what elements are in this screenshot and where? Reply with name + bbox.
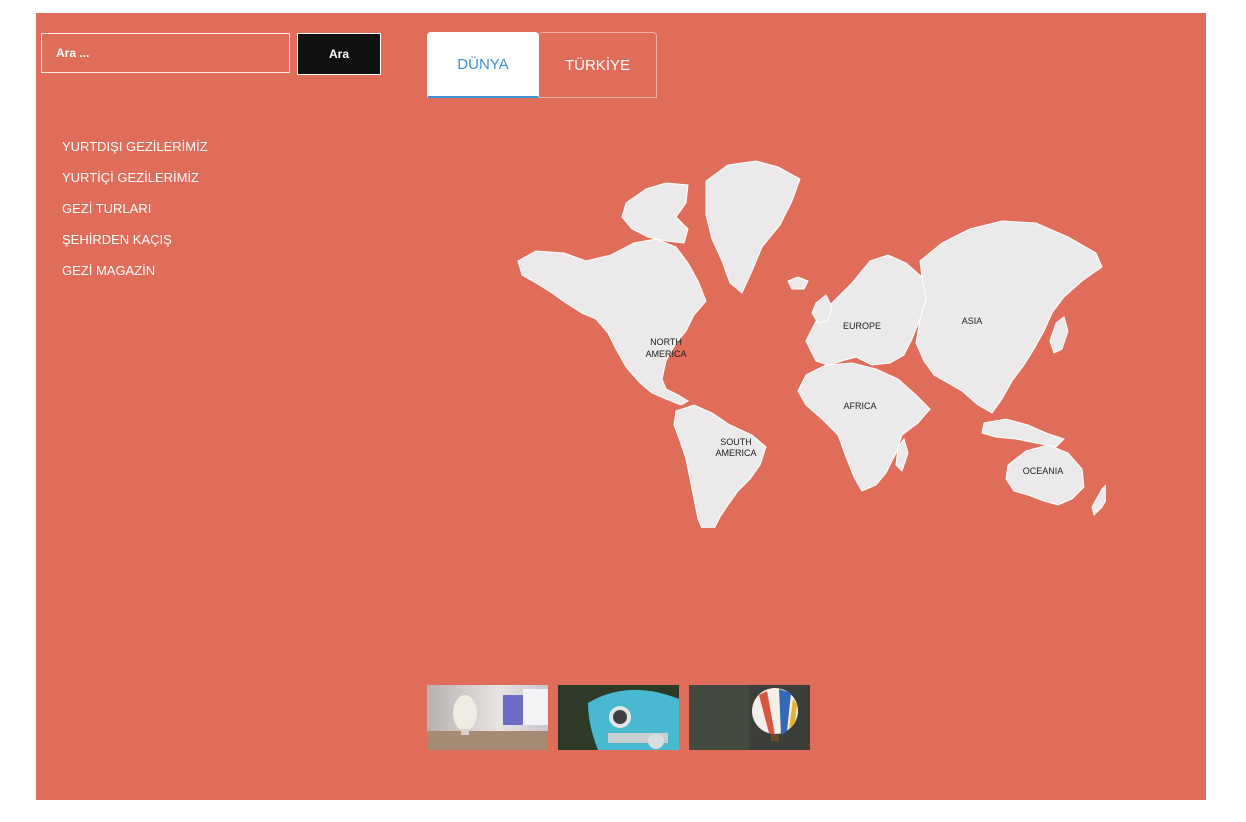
search-button[interactable]: Ara	[297, 33, 381, 75]
label-north-america-line2: AMERICA	[645, 349, 686, 359]
region-iceland[interactable]	[787, 276, 809, 290]
region-asia[interactable]	[915, 220, 1103, 414]
category-menu: YURTDIŞI GEZİLERİMİZ YURTİÇİ GEZİLERİMİZ…	[62, 139, 208, 294]
main-panel: Ara DÜNYA TÜRKİYE YURTDIŞI GEZİLERİMİZ Y…	[36, 13, 1206, 800]
label-africa: AFRICA	[843, 401, 876, 411]
blue-car-photo-icon	[558, 685, 679, 750]
world-map: NORTH AMERICA SOUTH AMERICA EUROPE AFRIC…	[517, 160, 1106, 528]
label-north-america-line1: NORTH	[650, 337, 682, 347]
menu-item-sehirden-kacis[interactable]: ŞEHİRDEN KAÇIŞ	[62, 232, 208, 263]
hot-air-balloon-photo-icon	[689, 685, 810, 750]
tab-turkiye[interactable]: TÜRKİYE	[539, 32, 657, 98]
region-maritime-asia[interactable]	[981, 418, 1065, 448]
region-north-america[interactable]	[517, 238, 707, 406]
thumbnail-vase[interactable]	[427, 685, 548, 750]
tab-dunya[interactable]: DÜNYA	[427, 32, 539, 98]
region-south-america[interactable]	[673, 404, 767, 528]
region-japan[interactable]	[1049, 316, 1069, 354]
menu-item-yurtdisi[interactable]: YURTDIŞI GEZİLERİMİZ	[62, 139, 208, 170]
menu-item-gezi-turlari[interactable]: GEZİ TURLARI	[62, 201, 208, 232]
label-oceania: OCEANIA	[1023, 466, 1064, 476]
region-africa[interactable]	[797, 362, 931, 492]
menu-item-yurtici[interactable]: YURTİÇİ GEZİLERİMİZ	[62, 170, 208, 201]
search-input[interactable]	[41, 33, 290, 73]
menu-item-gezi-magazin[interactable]: GEZİ MAGAZİN	[62, 263, 208, 294]
label-south-america-line2: AMERICA	[715, 448, 756, 458]
label-south-america-line1: SOUTH	[720, 437, 752, 447]
region-arctic-islands[interactable]	[621, 182, 689, 244]
vase-photo-icon	[427, 685, 548, 750]
thumbnail-blue-car[interactable]	[558, 685, 679, 750]
region-british-isles[interactable]	[811, 294, 833, 324]
label-europe: EUROPE	[843, 321, 881, 331]
region-new-zealand[interactable]	[1091, 483, 1106, 516]
thumbnail-strip	[427, 685, 810, 750]
label-asia: ASIA	[962, 316, 983, 326]
region-greenland[interactable]	[705, 160, 801, 294]
thumbnail-balloon[interactable]	[689, 685, 810, 750]
